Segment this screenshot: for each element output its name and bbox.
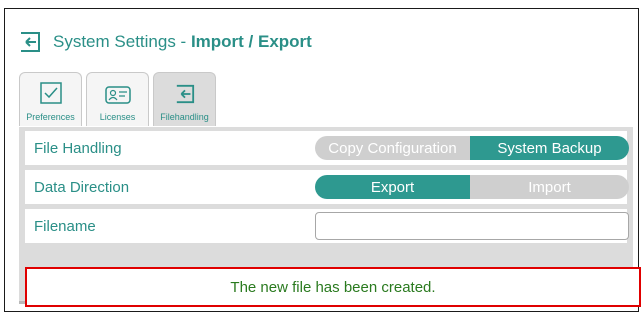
data-direction-row: Data Direction Export Import <box>25 170 629 204</box>
settings-window: System Settings - Import / Export Prefer… <box>4 8 641 312</box>
file-handling-row: File Handling Copy Configuration System … <box>25 131 629 165</box>
tab-filehandling-label: Filehandling <box>160 112 209 122</box>
license-card-icon <box>104 86 131 104</box>
file-handling-toggle: Copy Configuration System Backup <box>315 136 629 160</box>
tab-filehandling[interactable]: Filehandling <box>153 72 216 126</box>
data-direction-toggle: Export Import <box>315 175 629 199</box>
status-message-text: The new file has been created. <box>230 278 436 296</box>
checkbox-icon <box>39 82 62 104</box>
tab-licenses[interactable]: Licenses <box>86 72 149 126</box>
filename-label: Filename <box>34 217 96 235</box>
import-option[interactable]: Import <box>470 175 629 199</box>
file-import-icon <box>176 84 194 104</box>
filename-input[interactable] <box>315 212 629 240</box>
tab-preferences[interactable]: Preferences <box>19 72 82 126</box>
tab-preferences-label: Preferences <box>26 112 75 122</box>
data-direction-label: Data Direction <box>34 178 130 196</box>
file-handling-label: File Handling <box>34 139 122 157</box>
settings-panel: File Handling Copy Configuration System … <box>19 127 641 307</box>
file-import-icon <box>21 32 40 52</box>
page-title: System Settings - Import / Export <box>53 32 312 51</box>
tab-licenses-label: Licenses <box>99 112 136 122</box>
page-header: System Settings - Import / Export <box>19 31 312 53</box>
tab-bar: Preferences Licenses Filehandling <box>19 72 216 126</box>
system-backup-option[interactable]: System Backup <box>470 136 629 160</box>
status-message: The new file has been created. <box>25 267 641 307</box>
export-option[interactable]: Export <box>315 175 470 199</box>
filename-row: Filename <box>25 209 629 243</box>
copy-configuration-option[interactable]: Copy Configuration <box>315 136 470 160</box>
